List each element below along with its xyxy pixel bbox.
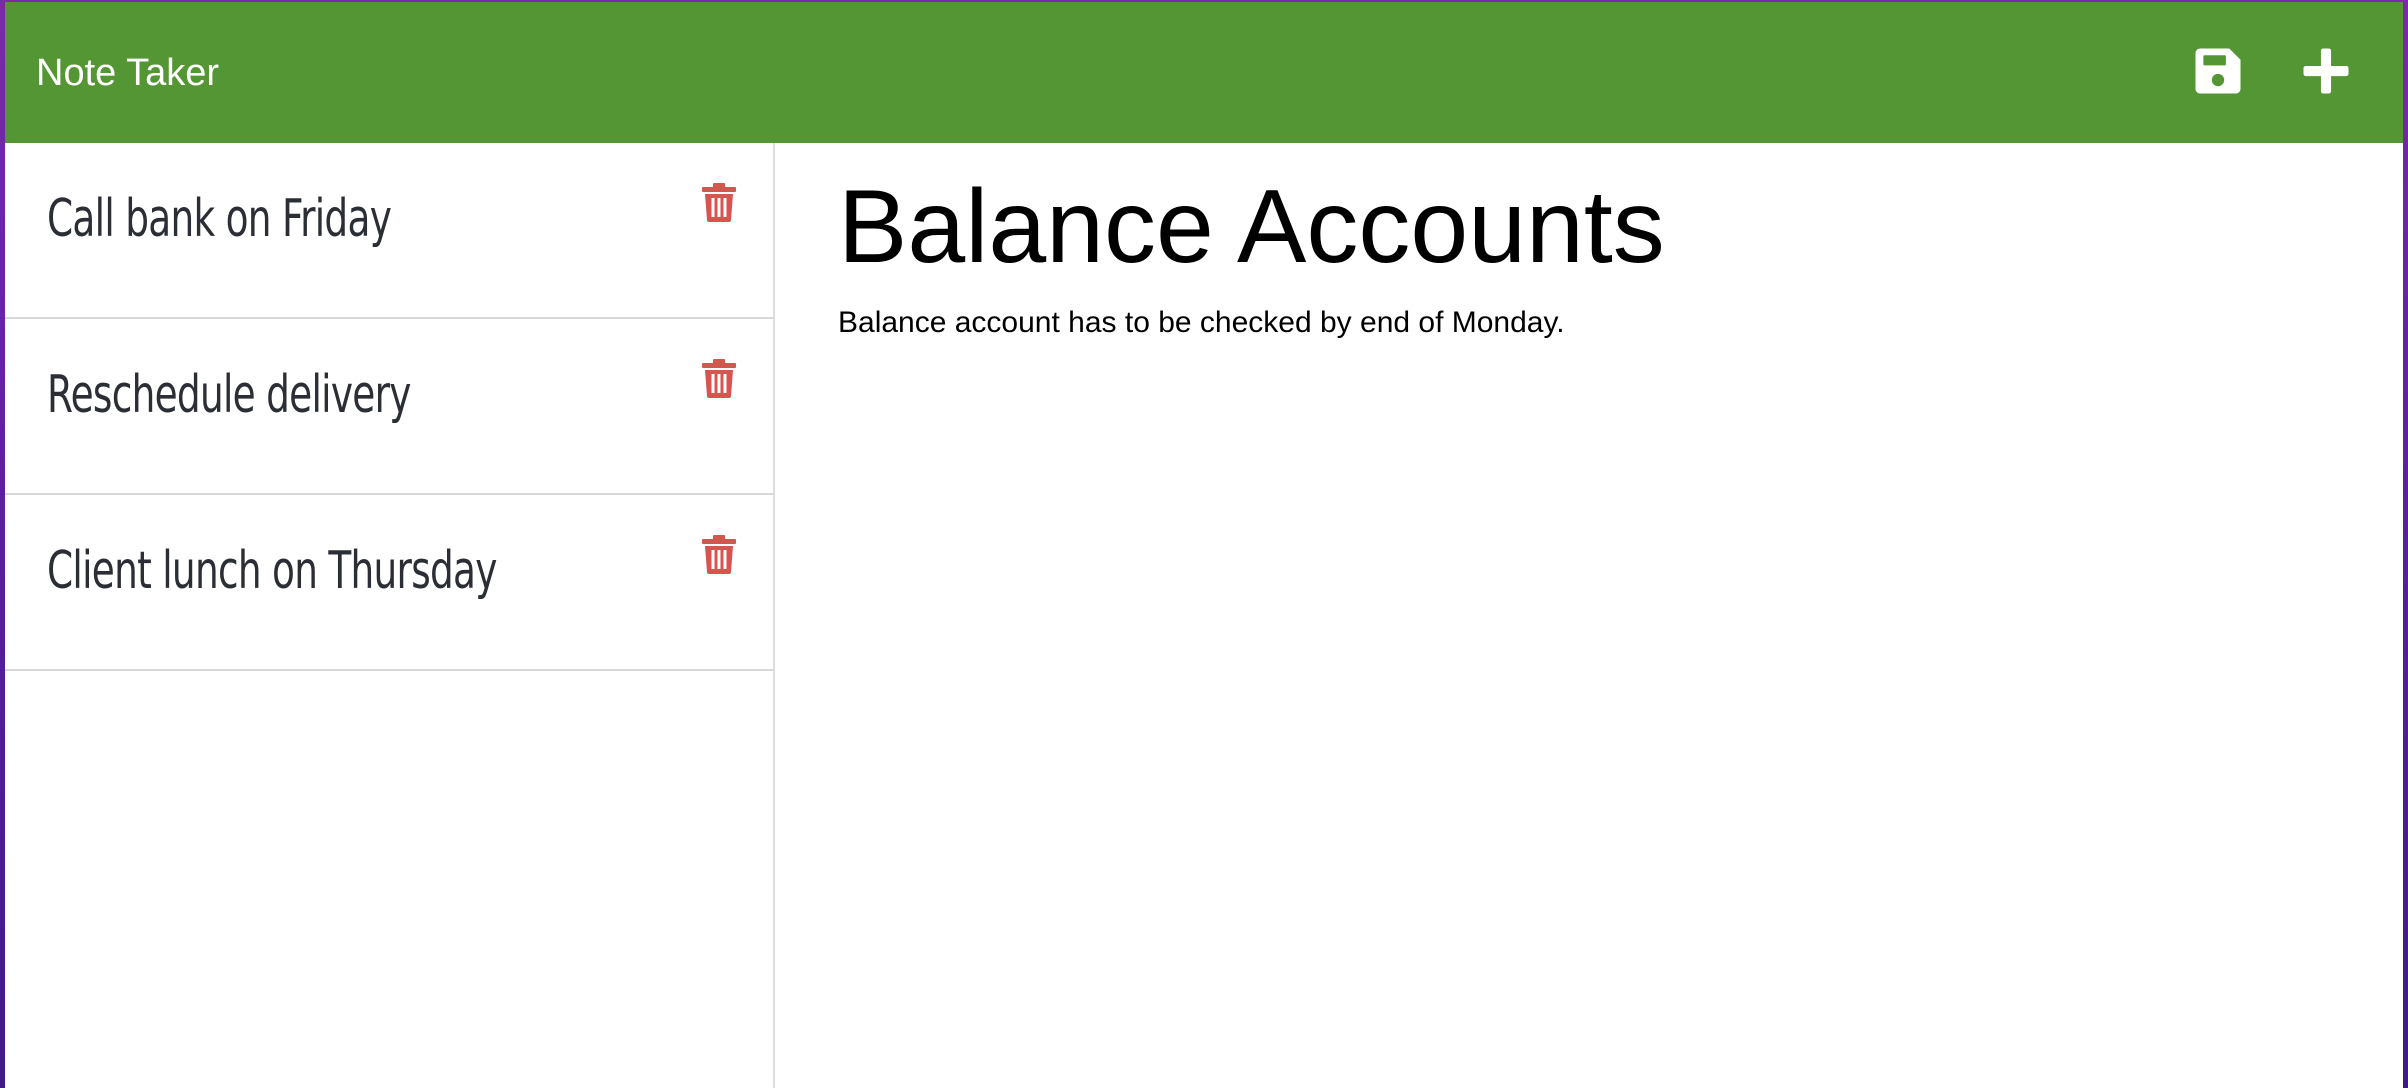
new-note-button[interactable]: [2299, 44, 2353, 98]
list-item-note[interactable]: Client lunch on Thursday: [5, 495, 773, 671]
list-item-note[interactable]: Call bank on Friday: [5, 143, 773, 319]
app-title[interactable]: Note Taker: [36, 50, 219, 96]
navbar: Note Taker: [5, 2, 2403, 143]
trash-icon[interactable]: [699, 534, 739, 574]
note-title-field[interactable]: Balance Accounts: [838, 165, 1665, 289]
list-item-note[interactable]: Reschedule delivery: [5, 319, 773, 495]
save-icon: [2195, 48, 2241, 94]
app-container: Note Taker Call bank on Friday Reschedul…: [5, 2, 2403, 1088]
note-title[interactable]: Client lunch on Thursday: [47, 539, 497, 603]
note-text-field[interactable]: Balance account has to be checked by end…: [838, 303, 1565, 343]
save-note-button[interactable]: [2191, 44, 2245, 98]
note-editor: Balance Accounts Balance account has to …: [775, 143, 2403, 1088]
window-frame: Note Taker Call bank on Friday Reschedul…: [0, 0, 2408, 1088]
note-list: Call bank on Friday Reschedule delivery …: [5, 143, 773, 671]
plus-icon: [2303, 48, 2349, 94]
notes-sidebar: Call bank on Friday Reschedule delivery …: [5, 143, 775, 1088]
note-title[interactable]: Reschedule delivery: [47, 363, 411, 427]
trash-icon[interactable]: [699, 182, 739, 222]
note-title[interactable]: Call bank on Friday: [47, 187, 392, 251]
trash-icon[interactable]: [699, 358, 739, 398]
